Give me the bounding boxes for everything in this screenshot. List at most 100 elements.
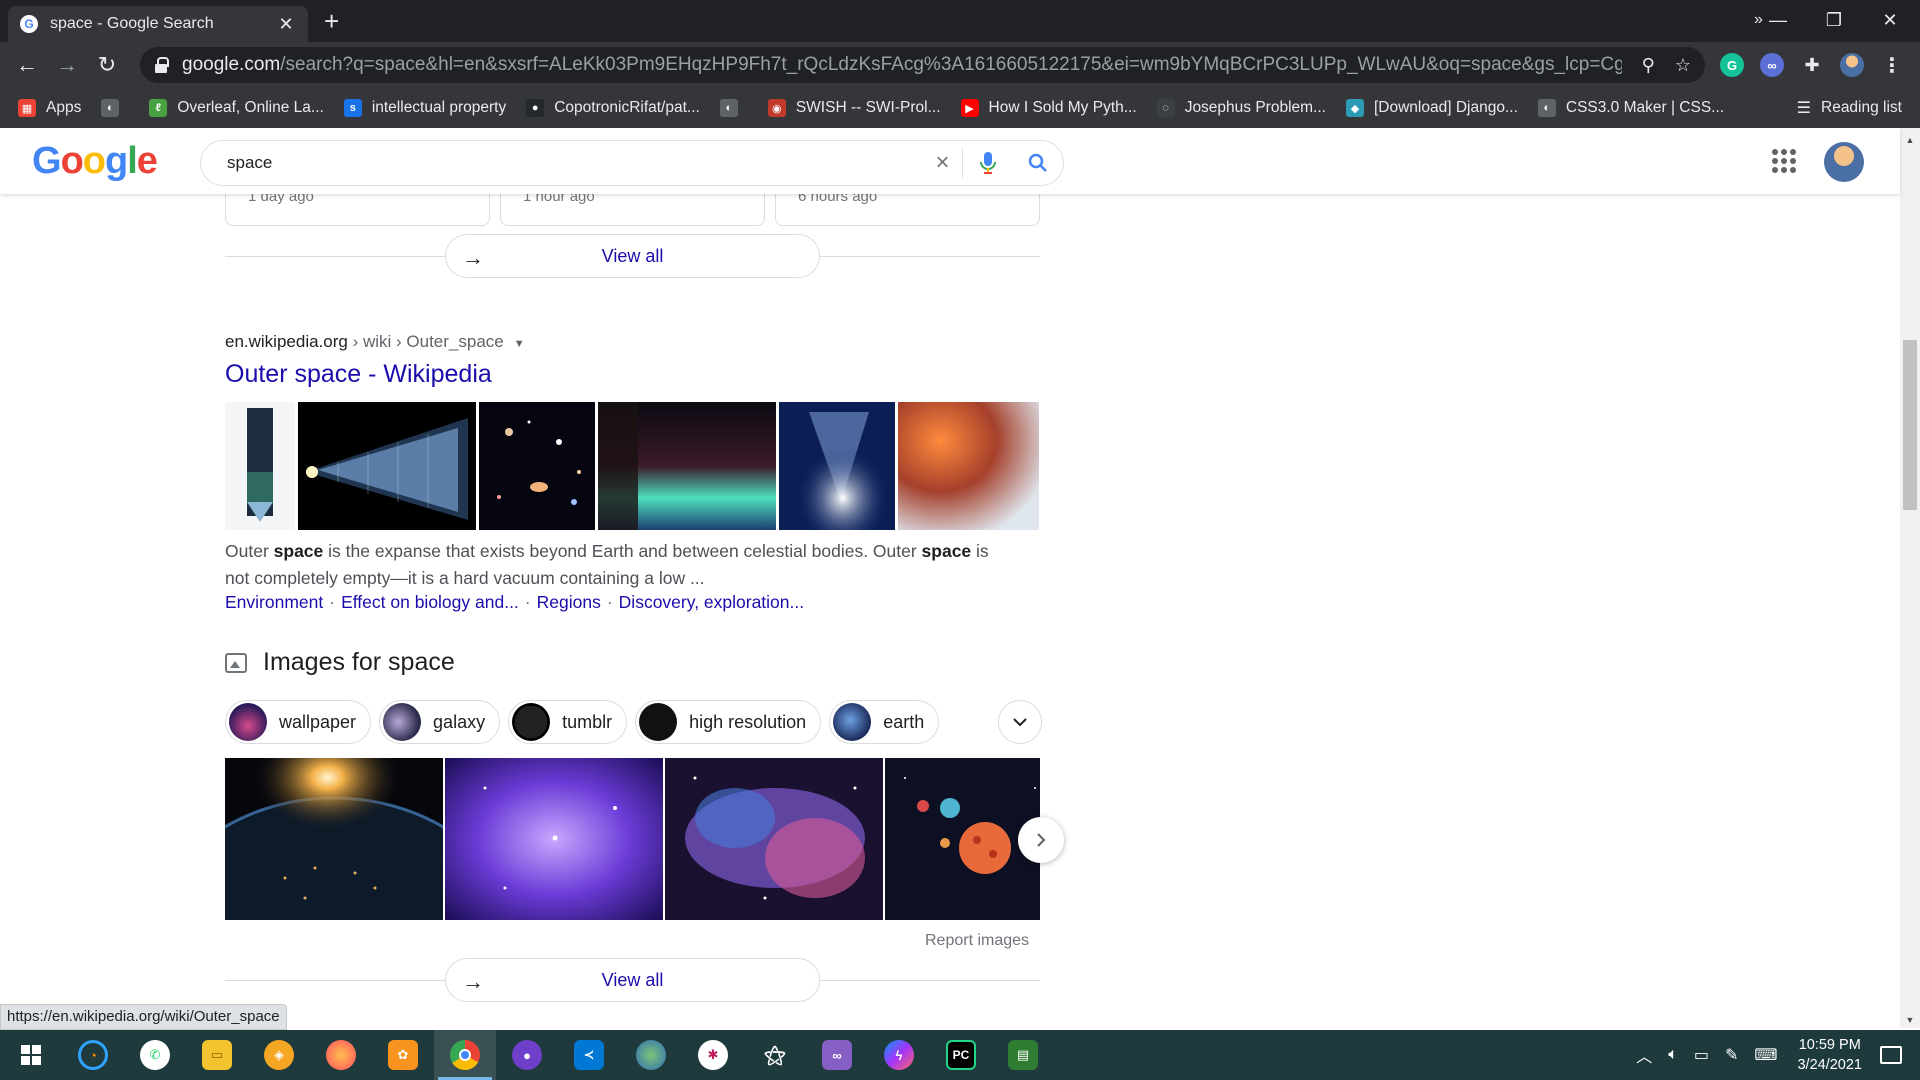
sitelink[interactable]: Effect on biology and...	[341, 592, 519, 612]
browser-tab-active[interactable]: G space - Google Search ✕	[8, 6, 308, 42]
google-account-avatar[interactable]	[1824, 142, 1864, 182]
notifications-icon[interactable]	[1880, 1046, 1902, 1064]
bookmark-item[interactable]: ◉ SWISH -- SWI-Prol...	[767, 99, 941, 117]
bookmark-star-icon[interactable]: ☆	[1675, 55, 1691, 76]
clock-date: 3/24/2021	[1797, 1057, 1862, 1073]
sitelink[interactable]: Environment	[225, 592, 323, 612]
bookmark-item[interactable]: ◆ [Download] Django...	[1345, 99, 1518, 117]
image-result-colorful-galaxy[interactable]	[665, 758, 883, 920]
bookmarks-overflow-icon[interactable]: »	[1754, 0, 1763, 40]
new-tab-icon[interactable]: +	[324, 7, 339, 35]
scroll-up-icon[interactable]: ▲	[1900, 132, 1920, 148]
page-scrollbar[interactable]: ▲ ▼	[1900, 128, 1920, 1028]
taskbar-pycharm[interactable]: PC	[930, 1030, 992, 1080]
grammarly-extension-icon[interactable]: G	[1720, 53, 1744, 77]
result-cite[interactable]: en.wikipedia.org › wiki › Outer_space ▼	[225, 332, 525, 352]
taskbar-app-chart[interactable]: ▤	[992, 1030, 1054, 1080]
search-submit-icon[interactable]	[1013, 148, 1063, 178]
chips-expand-chevron-down-icon[interactable]	[998, 700, 1042, 744]
google-logo[interactable]: Google	[32, 140, 158, 183]
reading-list-button[interactable]: ☰ Reading list	[1797, 88, 1902, 128]
search-box[interactable]: ×	[200, 140, 1064, 186]
bookmark-item[interactable]: ◐	[719, 99, 748, 117]
reading-list-label: Reading list	[1821, 99, 1902, 116]
extension-icon[interactable]: ∞	[1760, 53, 1784, 77]
back-icon[interactable]: ←	[12, 50, 42, 80]
taskbar-clock[interactable]: 10:59 PM 3/24/2021	[1797, 1035, 1862, 1075]
pen-icon[interactable]: ✎	[1725, 1045, 1738, 1065]
taskbar-app-satellite[interactable]: ⚝	[744, 1030, 806, 1080]
refinement-chip[interactable]: wallpaper	[225, 700, 372, 744]
chrome-menu-icon[interactable]: ⋮	[1880, 53, 1904, 77]
reload-icon[interactable]: ↻	[92, 50, 122, 80]
refinement-chip[interactable]: galaxy	[379, 700, 501, 744]
bookmark-item[interactable]: ◐	[101, 99, 129, 117]
scrollbar-thumb[interactable]	[1903, 340, 1917, 510]
network-icon[interactable]: ▭	[1694, 1045, 1709, 1065]
url-text[interactable]: google.com/search?q=space&hl=en&sxsrf=AL…	[182, 54, 1622, 76]
refinement-chip[interactable]: earth	[829, 700, 940, 744]
voice-search-mic-icon[interactable]	[963, 148, 1013, 178]
images-heading-text: Images for space	[263, 648, 455, 676]
taskbar-vscode[interactable]: ≺	[558, 1030, 620, 1080]
taskbar-file-explorer[interactable]: ▭	[186, 1030, 248, 1080]
comet-image[interactable]	[779, 402, 895, 530]
volume-icon[interactable]: 🔈︎	[1668, 1046, 1678, 1064]
bookmark-item[interactable]: s intellectual property	[343, 99, 506, 117]
forward-icon[interactable]: →	[52, 50, 82, 80]
clear-search-icon[interactable]: ×	[923, 148, 963, 178]
chip-label: high resolution	[689, 711, 807, 732]
extensions-puzzle-icon[interactable]: ✚	[1800, 53, 1824, 77]
lock-icon[interactable]	[154, 57, 169, 73]
top-stories-view-all-button[interactable]: → View all	[445, 234, 820, 278]
google-apps-grid-icon[interactable]	[1772, 149, 1796, 173]
taskbar-visual-studio[interactable]: ∞	[806, 1030, 868, 1080]
taskbar-whatsapp[interactable]: ✆	[124, 1030, 186, 1080]
taskbar-messenger[interactable]: ϟ	[868, 1030, 930, 1080]
taskbar-app-shield[interactable]: ◈	[248, 1030, 310, 1080]
image-result-cartoon-planets[interactable]	[885, 758, 1040, 920]
sitelink[interactable]: Regions	[537, 592, 601, 612]
aurora-from-orbit-image[interactable]	[598, 402, 776, 530]
profile-avatar-icon[interactable]	[1840, 53, 1864, 77]
window-close-icon[interactable]: ✕	[1862, 0, 1918, 40]
tab-close-icon[interactable]: ✕	[276, 14, 296, 35]
taskbar-chrome[interactable]	[434, 1030, 496, 1080]
universe-timeline-image[interactable]	[298, 402, 476, 530]
images-section-heading[interactable]: Images for space	[225, 648, 455, 677]
taskbar-github-desktop[interactable]: ●	[496, 1030, 558, 1080]
tray-overflow-chevron-up-icon[interactable]: ︿	[1636, 1043, 1652, 1067]
report-images-link[interactable]: Report images	[925, 932, 1029, 950]
result-title-link[interactable]: Outer space - Wikipedia	[225, 360, 492, 389]
bookmark-item[interactable]: ◌ Josephus Problem...	[1156, 99, 1326, 117]
taskbar-app-pink[interactable]: ✱	[682, 1030, 744, 1080]
result-options-caret-icon[interactable]: ▼	[514, 338, 525, 350]
address-bar[interactable]: google.com/search?q=space&hl=en&sxsrf=AL…	[140, 47, 1705, 83]
taskbar-app-globe[interactable]	[620, 1030, 682, 1080]
bookmark-item[interactable]: ℓ Overleaf, Online La...	[149, 99, 324, 117]
refinement-chip[interactable]: tumblr	[508, 700, 628, 744]
taskbar-app-photo[interactable]: ✿	[372, 1030, 434, 1080]
keyboard-icon[interactable]: ⌨	[1754, 1045, 1777, 1065]
sitelink[interactable]: Discovery, exploration...	[619, 592, 804, 612]
image-result-purple-nebula[interactable]	[445, 758, 663, 920]
restore-icon[interactable]: ❐	[1806, 0, 1862, 40]
start-button[interactable]	[0, 1030, 62, 1080]
location-pin-icon[interactable]: ⚲	[1642, 55, 1655, 76]
refinement-chip[interactable]: high resolution	[635, 700, 822, 744]
images-view-all-button[interactable]: → View all	[445, 958, 820, 1002]
taskbar-firefox[interactable]	[310, 1030, 372, 1080]
scroll-down-icon[interactable]: ▼	[1900, 1012, 1920, 1028]
image-result-earth-night[interactable]	[225, 758, 443, 920]
atmosphere-layers-image[interactable]	[225, 402, 295, 530]
images-next-chevron-right-icon[interactable]	[1018, 817, 1064, 863]
hubble-deep-field-image[interactable]	[479, 402, 595, 530]
taskbar-app-1[interactable]: ◔	[62, 1030, 124, 1080]
image-icon	[225, 652, 247, 673]
bookmark-item[interactable]: ▶ How I Sold My Pyth...	[960, 99, 1137, 117]
nebula-image[interactable]	[898, 402, 1039, 530]
search-input[interactable]	[227, 153, 923, 173]
bookmark-item[interactable]: ◐ CSS3.0 Maker | CSS...	[1537, 99, 1724, 117]
bookmark-item[interactable]: ▦ Apps	[18, 99, 81, 117]
bookmark-item[interactable]: ● CopotronicRifat/pat...	[526, 99, 700, 117]
